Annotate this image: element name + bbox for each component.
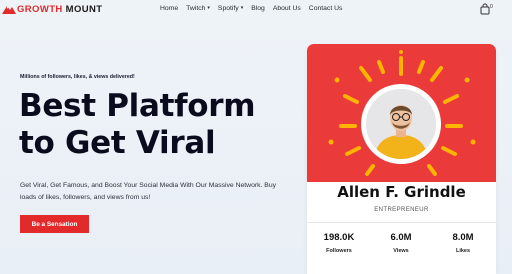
profile-name: Allen F. Grindle: [337, 183, 466, 201]
nav-item-label: Contact Us: [308, 4, 343, 12]
nav-item-about-us[interactable]: About Us: [273, 5, 301, 12]
avatar: [366, 89, 436, 159]
mountain-icon: [2, 4, 16, 14]
nav-item-spotify[interactable]: Spotify ▾: [218, 5, 243, 12]
brand-name-part2: MOUNT: [65, 3, 103, 15]
stat-value: 6.0M: [390, 232, 412, 243]
hero-title-line-2: to Get Viral: [19, 125, 216, 161]
stat-likes: 8.0M Likes: [433, 232, 493, 254]
nav-item-contact-us[interactable]: Contact Us: [309, 5, 343, 12]
stat-label: Likes: [455, 248, 471, 254]
stat-views: 6.0M Views: [371, 232, 431, 254]
hero-title-line-1: Best Platform: [19, 88, 256, 124]
profile-divider: [307, 222, 496, 223]
profile-role: ENTREPRENEUR: [374, 207, 429, 213]
stat-label: Followers: [326, 248, 352, 254]
profile-card: Allen F. Grindle ENTREPRENEUR 198.0K Fol…: [307, 44, 496, 274]
nav-item-home[interactable]: Home: [160, 5, 178, 12]
nav-item-twitch[interactable]: Twitch ▾: [186, 5, 210, 12]
hero-title: Best Platform to Get Viral: [19, 88, 289, 162]
chevron-down-icon: ▾: [207, 5, 210, 11]
hero-description: Get Viral, Get Famous, and Boost Your So…: [20, 182, 276, 201]
top-navbar: GROWTH MOUNT Home Twitch ▾ Spotify ▾ Blog …: [0, 0, 512, 18]
profile-card-header: [307, 44, 496, 182]
chevron-down-icon: ▾: [240, 5, 244, 11]
be-a-sensation-button[interactable]: Be a Sensation: [20, 215, 89, 233]
nav-item-label: Twitch: [186, 4, 206, 12]
brand-name-part1: GROWTH: [17, 3, 63, 15]
nav-item-label: Home: [160, 4, 179, 12]
main-menu: Home Twitch ▾ Spotify ▾ Blog About Us Cont…: [160, 0, 342, 16]
cart-count-badge: 0: [490, 4, 493, 10]
stat-label: Views: [393, 248, 409, 254]
stat-value: 198.0K: [323, 232, 355, 243]
stat-value: 8.0M: [452, 232, 474, 243]
nav-item-label: Blog: [251, 4, 265, 12]
stat-followers: 198.0K Followers: [309, 232, 369, 254]
nav-item-label: Spotify: [217, 4, 239, 12]
nav-item-blog[interactable]: Blog: [251, 5, 265, 12]
hero-eyebrow: Millions of followers, likes, & views de…: [20, 74, 135, 80]
nav-item-label: About Us: [272, 4, 301, 12]
brand-logo[interactable]: GROWTH MOUNT: [2, 1, 103, 17]
